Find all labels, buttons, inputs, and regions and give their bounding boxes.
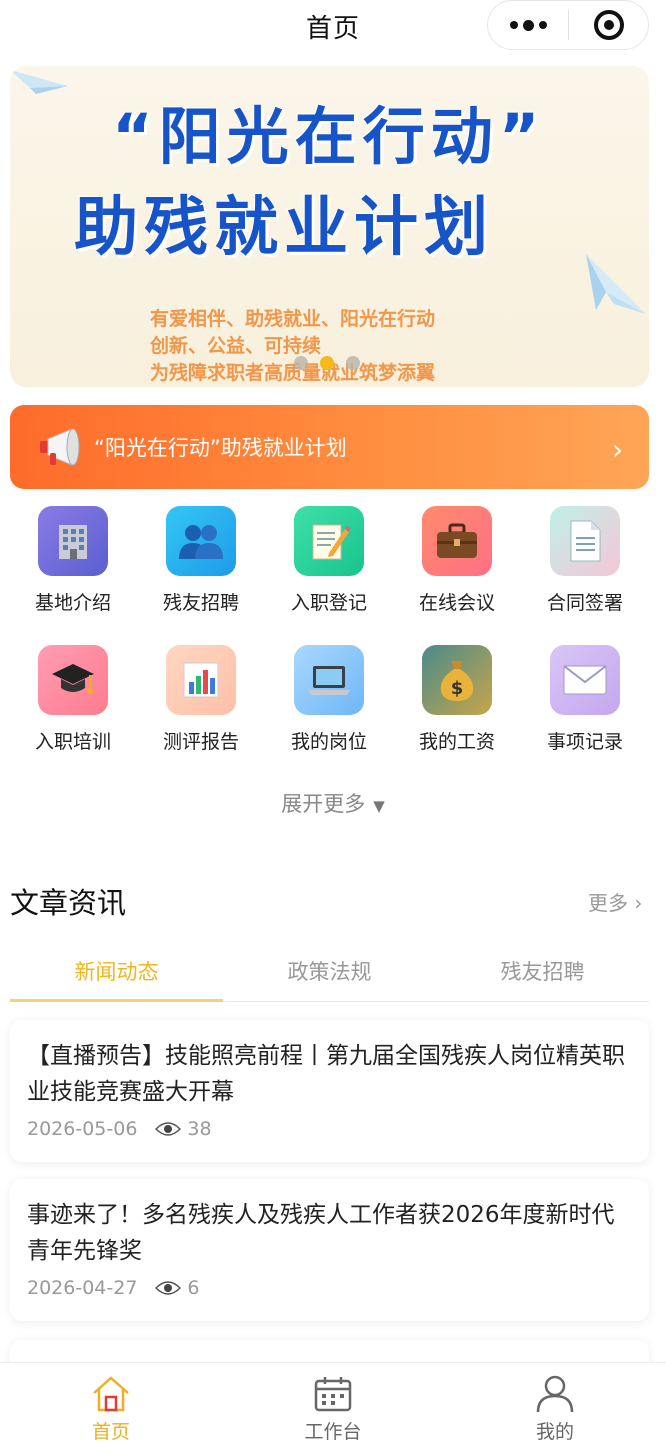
more-link[interactable]: 更多 ›: [588, 887, 642, 916]
tab-recruitment[interactable]: 残友招聘: [436, 940, 649, 1001]
article-card[interactable]: 【直播预告】技能照亮前程丨第九届全国残疾人岗位精英职业技能竞赛盛大开幕 2026…: [10, 1020, 649, 1162]
menu-item-my-salary[interactable]: $ 我的工资: [393, 639, 521, 754]
menu-item-label: 在线会议: [418, 592, 495, 614]
expand-label: 展开更多: [281, 792, 366, 816]
carousel-dot-active[interactable]: [320, 356, 334, 370]
article-views: 38: [187, 1118, 212, 1140]
notice-bar[interactable]: “阳光在行动”助残就业计划 ›: [10, 405, 649, 489]
people-icon: [166, 506, 236, 576]
money-bag-icon: $: [422, 645, 492, 715]
tabbar-item-home[interactable]: 首页: [0, 1363, 222, 1448]
carousel-dot[interactable]: [294, 356, 308, 370]
section-title: 文章资讯: [10, 886, 127, 920]
menu-item-contract-sign[interactable]: 合同签署: [521, 500, 649, 615]
menu-item-label: 我的工资: [418, 731, 495, 753]
menu-item-my-position[interactable]: 我的岗位: [265, 639, 393, 754]
menu-item-training[interactable]: 入职培训: [9, 639, 137, 754]
menu-item-recruitment[interactable]: 残友招聘: [137, 500, 265, 615]
close-program-button[interactable]: [569, 10, 648, 40]
article-meta: 2026-04-27 6: [27, 1277, 632, 1299]
menu-item-assessment-report[interactable]: 测评报告: [137, 639, 265, 754]
eye-icon: [155, 1121, 182, 1137]
menu-item-label: 基地介绍: [34, 592, 111, 614]
dot-icon: [522, 19, 534, 31]
banner-carousel[interactable]: “阳光在行动” 助残就业计划 有爱相伴、助残就业、阳光在行动 创新、公益、可持续…: [10, 66, 649, 387]
paper-plane-icon: [10, 70, 68, 94]
person-icon: [536, 1375, 574, 1413]
mini-program-capsule: [487, 0, 649, 50]
menu-item-label: 测评报告: [162, 731, 239, 753]
tabbar-item-workbench[interactable]: 工作台: [222, 1363, 444, 1448]
expand-more-button[interactable]: 展开更多 ▼: [0, 788, 666, 818]
banner-headline: “阳光在行动”: [112, 100, 546, 173]
tabbar-item-mine[interactable]: 我的: [444, 1363, 666, 1448]
tabbar-label: 首页: [91, 1421, 130, 1443]
document-icon: [550, 506, 620, 576]
building-icon: [38, 506, 108, 576]
notice-text: “阳光在行动”助残就业计划: [94, 436, 347, 460]
memo-pencil-icon: [294, 506, 364, 576]
article-title: 【直播预告】技能照亮前程丨第九届全国残疾人岗位精英职业技能竞赛盛大开幕: [27, 1043, 625, 1105]
more-menu-button[interactable]: [488, 1, 568, 49]
paper-plane-icon: [586, 254, 646, 314]
menu-item-label: 合同签署: [546, 592, 623, 614]
article-meta: 2026-05-06 38: [27, 1118, 632, 1140]
bar-chart-icon: [166, 645, 236, 715]
graduation-cap-icon: [38, 645, 108, 715]
article-title: 事迹来了！多名残疾人及残疾人工作者获2026年度新时代青年先锋奖: [27, 1202, 615, 1264]
tab-policy[interactable]: 政策法规: [223, 940, 436, 1001]
article-views: 6: [187, 1277, 200, 1299]
banner-subtitle: 有爱相伴、助残就业、阳光在行动: [150, 308, 436, 330]
carousel-indicator: [294, 356, 360, 370]
article-tabs: 新闻动态 政策法规 残友招聘: [10, 940, 649, 1002]
home-icon: [93, 1376, 129, 1412]
menu-item-base-intro[interactable]: 基地介绍: [9, 500, 137, 615]
menu-item-onboarding-register[interactable]: 入职登记: [265, 500, 393, 615]
menu-item-records[interactable]: 事项记录: [521, 639, 649, 754]
article-card[interactable]: 事迹来了！多名残疾人及残疾人工作者获2026年度新时代青年先锋奖 2026-04…: [10, 1179, 649, 1321]
megaphone-icon: [40, 428, 80, 466]
tabbar-label: 我的: [535, 1421, 574, 1443]
tabbar-label: 工作台: [304, 1421, 362, 1443]
menu-item-label: 事项记录: [546, 731, 623, 753]
menu-item-label: 入职登记: [290, 592, 367, 614]
briefcase-icon: [422, 506, 492, 576]
laptop-icon: [294, 645, 364, 715]
banner-headline: 助残就业计划: [74, 191, 494, 265]
envelope-icon: [550, 645, 620, 715]
chevron-right-icon: ›: [612, 433, 624, 466]
target-icon: [593, 10, 624, 40]
eye-icon: [155, 1280, 182, 1296]
menu-item-online-meeting[interactable]: 在线会议: [393, 500, 521, 615]
menu-item-label: 我的岗位: [290, 731, 367, 753]
dot-icon: [538, 21, 547, 29]
banner-subtitle: 为残障求职者高质量就业筑梦添翼: [150, 362, 436, 384]
dot-icon: [509, 21, 518, 29]
article-date: 2026-05-06: [27, 1118, 138, 1140]
triangle-down-icon: ▼: [373, 797, 385, 815]
bottom-tabbar: 首页 工作台 我的: [0, 1362, 666, 1448]
carousel-dot[interactable]: [346, 356, 360, 370]
banner-subtitle: 创新、公益、可持续: [150, 335, 322, 357]
menu-item-label: 残友招聘: [162, 592, 239, 614]
function-grid: 基地介绍 残友招聘 入职登记 在线会议 合同签署 入职培训 测评报告 我的岗位 …: [9, 500, 649, 754]
svg-text:$: $: [451, 678, 464, 699]
tab-news[interactable]: 新闻动态: [10, 940, 223, 1002]
article-date: 2026-04-27: [27, 1277, 138, 1299]
nav-header: 首页: [0, 0, 666, 52]
menu-item-label: 入职培训: [34, 731, 111, 753]
calendar-icon: [314, 1377, 352, 1412]
